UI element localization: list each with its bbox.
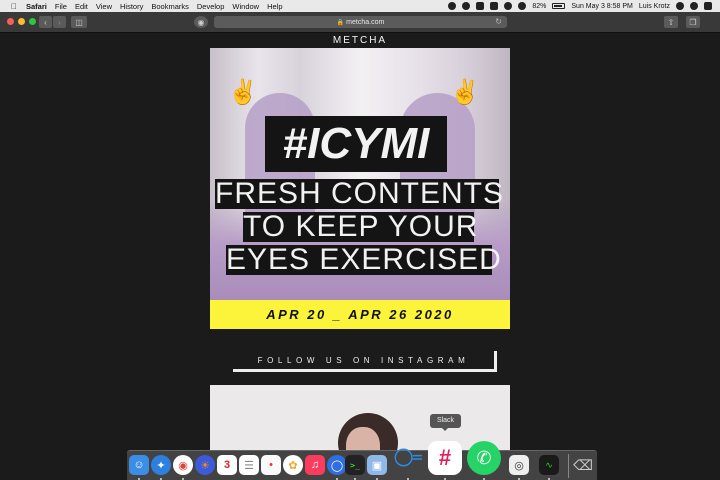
headline-line-2: TO KEEP YOUR [243,210,479,243]
photo-face [346,427,380,451]
close-window-button[interactable] [7,18,14,25]
photos-icon[interactable]: ✿ [283,455,303,475]
preview-icon[interactable]: ▣ [367,455,387,475]
site-brand[interactable]: METCHA [0,35,720,46]
follow-instagram-button[interactable]: FOLLOW US ON INSTAGRAM [233,351,497,372]
peace-hand-icon: ✌ [228,79,258,106]
privacy-report-icon[interactable]: ◉ [194,16,208,28]
user-name[interactable]: Luis Krotz [639,3,670,10]
menu-develop[interactable]: Develop [197,2,225,11]
dock: ☺ ✦ ◉ ☀ 3 ☰ • ✿ ♫ ◯ >_ ▣ ⧃ # ✆ ◎ ∿ ⌫ [127,441,597,480]
minimize-window-button[interactable] [18,18,25,25]
chrome-icon[interactable]: ◉ [173,455,193,475]
menu-help[interactable]: Help [267,2,282,11]
screenshot-icon[interactable]: ◎ [509,455,529,475]
apple-icon[interactable]:  [9,2,19,11]
reminders-icon[interactable]: • [261,455,281,475]
notification-count-icon[interactable] [490,2,499,10]
dock-separator [568,454,569,478]
terminal-icon[interactable]: >_ [345,455,365,475]
menu-file[interactable]: File [55,2,67,11]
web-page: METCHA ✌ ✌ #ICYMI FRESH CONTENTS TO KEEP… [0,33,720,451]
grammarly-icon[interactable] [476,2,485,10]
trash-icon[interactable]: ⌫ [573,455,593,475]
reload-icon[interactable]: ↻ [495,17,502,26]
vscode-icon[interactable]: ⧃ [391,441,425,475]
slack-icon[interactable]: # [428,441,462,475]
control-menu-icon[interactable] [704,2,712,10]
music-icon[interactable]: ♫ [305,455,325,475]
menu-history[interactable]: History [120,2,143,11]
finder-icon[interactable]: ☺ [129,455,149,475]
menu-safari[interactable]: Safari [26,2,47,11]
date-range-banner: APR 20 _ APR 26 2020 [210,300,510,329]
menu-edit[interactable]: Edit [75,2,88,11]
battery-icon[interactable] [552,3,566,9]
address-bar[interactable]: 🔒 metcha.com ↻ [214,16,507,28]
menu-bar:  Safari File Edit View History Bookmark… [0,0,720,12]
back-button[interactable]: ‹ [39,16,52,28]
wifi-icon[interactable] [504,2,513,10]
firefox-icon[interactable]: ☀ [195,455,215,475]
safari-icon[interactable]: ✦ [151,455,171,475]
calendar-icon[interactable]: 3 [217,455,237,475]
headline-line-1: FRESH CONTENTS [215,177,505,210]
whatsapp-icon[interactable]: ✆ [467,441,501,475]
browser-toolbar: ‹ › ◫ ◉ 🔒 metcha.com ↻ ⇧ ❐ [0,12,720,33]
headphones-icon[interactable] [462,2,471,10]
sidebar-toggle-icon[interactable]: ◫ [71,16,87,28]
share-icon[interactable]: ⇧ [664,16,678,28]
clock[interactable]: Sun May 3 8:58 PM [571,3,632,10]
record-icon[interactable] [448,2,457,10]
signal-icon[interactable]: ◯ [327,455,347,475]
activity-monitor-icon[interactable]: ∿ [539,455,559,475]
lock-icon: 🔒 [336,19,345,26]
notes-icon[interactable]: ☰ [239,455,259,475]
dock-tooltip: Slack [430,414,461,431]
peace-hand-icon: ✌ [450,79,480,106]
forward-button[interactable]: › [53,16,66,28]
spotlight-icon[interactable] [676,2,684,10]
headline-line-3: EYES EXERCISED [226,243,502,276]
instagram-photo[interactable] [210,385,510,451]
menu-bookmarks[interactable]: Bookmarks [151,2,189,11]
tabs-overview-icon[interactable]: ❐ [686,16,700,28]
zoom-window-button[interactable] [29,18,36,25]
menu-view[interactable]: View [96,2,112,11]
volume-icon[interactable] [518,2,527,10]
siri-icon[interactable] [690,2,698,10]
headline-icymi: #ICYMI [265,116,447,172]
url-text: metcha.com [346,18,385,26]
menu-window[interactable]: Window [232,2,259,11]
battery-percent[interactable]: 82% [532,3,546,10]
status-area: 82% Sun May 3 8:58 PM Luis Krotz [448,0,712,12]
